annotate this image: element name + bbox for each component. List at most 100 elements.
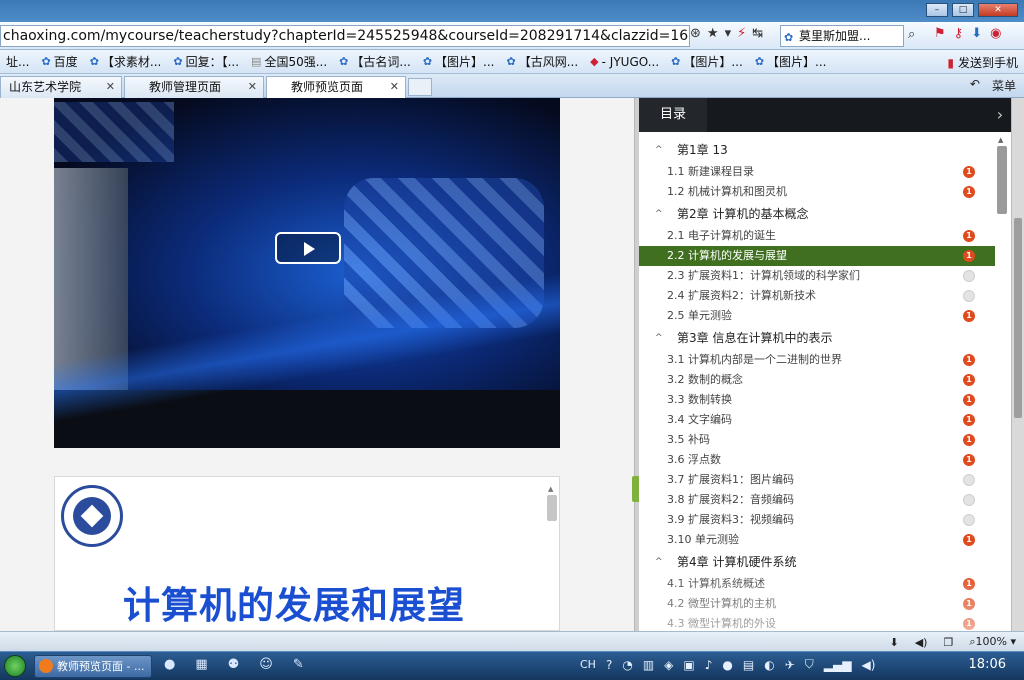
close-tab-icon[interactable]: ✕ — [106, 77, 115, 97]
bookmark-item[interactable]: ▤ 全国50强... — [245, 53, 333, 70]
toc-section-item[interactable]: 2.3 扩展资料1：计算机领域的科学家们 — [639, 266, 995, 286]
close-tab-icon[interactable]: ✕ — [248, 77, 257, 97]
bookmark-item[interactable]: ✿ 【古风网... — [501, 53, 585, 70]
people-icon[interactable]: ⚉ — [228, 657, 240, 672]
signal-icon[interactable]: ▂▄▆ — [824, 658, 852, 672]
download-icon[interactable]: ⬇ — [971, 26, 982, 41]
toc-chapter[interactable]: ^ 第1章 13 — [639, 138, 995, 162]
tray-app-icon[interactable]: ♪ — [705, 658, 713, 672]
input-language[interactable]: CH — [580, 658, 596, 671]
toc-section-item[interactable]: 3.3 数制转换 1 — [639, 390, 995, 410]
chat-icon[interactable]: ● — [164, 657, 175, 672]
undo-icon[interactable]: ↶ — [970, 77, 980, 94]
toc-chapter[interactable]: ^ 第4章 计算机硬件系统 — [639, 550, 995, 574]
toc-section-item[interactable]: 3.2 数制的概念 1 — [639, 370, 995, 390]
document-viewer[interactable]: 计算机的发展和展望 ▲ — [54, 476, 560, 631]
extension-1-icon[interactable]: ⚑ — [934, 26, 946, 41]
tray-app-icon[interactable]: ▤ — [743, 658, 754, 672]
toc-section-item[interactable]: 3.5 补码 1 — [639, 430, 995, 450]
network-icon[interactable]: ▥ — [643, 658, 654, 672]
ime-icon[interactable]: ◔ — [622, 658, 632, 672]
menu-button[interactable]: 菜单 — [992, 77, 1016, 94]
toc-section-item[interactable]: 1.1 新建课程目录 1 — [639, 162, 995, 182]
scroll-up-icon[interactable]: ▲ — [548, 485, 553, 493]
toc-chapter[interactable]: ^ 第3章 信息在计算机中的表示 — [639, 326, 995, 350]
toc-section-item[interactable]: 4.3 微型计算机的外设 1 — [639, 614, 995, 631]
toc-section-item[interactable]: 3.7 扩展资料1：图片编码 — [639, 470, 995, 490]
taskbar-clock[interactable]: 18:06 — [969, 657, 1006, 672]
taskbar-browser-window[interactable]: 教师预览页面 - ... — [34, 655, 152, 678]
maximize-button[interactable]: □ — [952, 3, 974, 17]
shield-icon[interactable]: ⛉ — [805, 657, 814, 672]
bookmark-item[interactable]: ✿ 【图片】... — [665, 53, 749, 70]
toc-chapter[interactable]: ^ 第2章 计算机的基本概念 — [639, 202, 995, 226]
minimize-button[interactable]: – — [926, 3, 948, 17]
speaker-icon[interactable]: ◀) — [915, 636, 928, 649]
compat-mode-icon[interactable]: ⊛ — [690, 26, 701, 41]
paint-icon[interactable]: ✎ — [293, 657, 304, 672]
download-icon[interactable]: ⬇ — [889, 636, 898, 649]
toc-section-item[interactable]: 2.4 扩展资料2：计算机新技术 — [639, 286, 995, 306]
close-tab-icon[interactable]: ✕ — [390, 77, 399, 97]
send-to-phone-button[interactable]: ▮ 发送到手机 — [947, 54, 1018, 71]
bookmark-item[interactable]: ✿ 百度 — [35, 53, 83, 70]
toc-section-item[interactable]: 3.9 扩展资料3：视频编码 — [639, 510, 995, 530]
tray-app-icon[interactable]: ▣ — [683, 658, 694, 672]
toc-section-item[interactable]: 3.6 浮点数 1 — [639, 450, 995, 470]
search-input[interactable]: ✿ 莫里斯加盟... — [780, 25, 904, 47]
zoom-level[interactable]: ⌕100% ▾ — [969, 635, 1016, 649]
toc-section-item[interactable]: 3.4 文字编码 1 — [639, 410, 995, 430]
collapse-caret-icon[interactable]: ^ — [655, 326, 663, 350]
video-player[interactable] — [54, 98, 560, 448]
tray-app-icon[interactable]: ● — [722, 658, 732, 672]
folder-icon[interactable]: ▦ — [195, 657, 207, 672]
collapse-caret-icon[interactable]: ^ — [655, 550, 663, 574]
toc-section-item[interactable]: 1.2 机械计算机和图灵机 1 — [639, 182, 995, 202]
back-forward-icon[interactable]: ↹ — [752, 26, 763, 41]
smile-icon[interactable]: ☺ — [259, 657, 273, 672]
bookmark-item[interactable]: ✿ 【图片】... — [417, 53, 501, 70]
toc-scrollbar[interactable]: ▲ — [997, 136, 1007, 628]
tray-app-icon[interactable]: ◐ — [764, 658, 774, 672]
collapse-caret-icon[interactable]: ^ — [655, 138, 663, 162]
bookmark-item[interactable]: ✿ 【求素材... — [84, 53, 168, 70]
help-icon[interactable]: ? — [606, 658, 612, 672]
dropdown-icon[interactable]: ▾ — [725, 26, 732, 41]
chevron-right-icon[interactable]: › — [991, 104, 1009, 126]
toc-section-item[interactable]: 2.1 电子计算机的诞生 1 — [639, 226, 995, 246]
tray-app-icon[interactable]: ◈ — [664, 658, 673, 672]
page-scrollbar[interactable] — [1011, 98, 1024, 631]
play-button[interactable] — [275, 232, 341, 264]
toc-section-item[interactable]: 3.8 扩展资料2：音频编码 — [639, 490, 995, 510]
tray-app-icon[interactable]: ✈ — [785, 658, 795, 672]
window-icon[interactable]: ❐ — [943, 636, 953, 649]
bookmark-item[interactable]: 址... — [0, 53, 35, 70]
tab-shandong-art[interactable]: 山东艺术学院 ✕ — [0, 76, 122, 98]
scroll-up-icon[interactable]: ▲ — [998, 136, 1003, 144]
extension-2-icon[interactable]: ⚷ — [954, 26, 964, 41]
tab-teacher-preview[interactable]: 教师预览页面 ✕ — [266, 76, 406, 98]
tab-teacher-manage[interactable]: 教师管理页面 ✕ — [124, 76, 264, 98]
close-window-button[interactable]: ✕ — [978, 3, 1018, 17]
toc-section-item[interactable]: 4.2 微型计算机的主机 1 — [639, 594, 995, 614]
toc-section-item[interactable]: 3.1 计算机内部是一个二进制的世界 1 — [639, 350, 995, 370]
bookmark-item[interactable]: ◆ - JYUGO... — [584, 55, 665, 69]
document-scrollbar[interactable]: ▲ — [547, 485, 557, 625]
url-input[interactable]: chaoxing.com/mycourse/teacherstudy?chapt… — [0, 25, 690, 47]
tab-toc[interactable]: 目录 — [639, 98, 707, 132]
favorite-star-icon[interactable]: ★ — [707, 26, 719, 41]
search-icon[interactable]: ⌕ — [908, 27, 915, 42]
bookmark-item[interactable]: ✿ 【古名词... — [333, 53, 417, 70]
extension-4-icon[interactable]: ◉ — [990, 26, 1001, 41]
toc-section-item[interactable]: 4.1 计算机系统概述 1 — [639, 574, 995, 594]
speed-mode-icon[interactable]: ⚡ — [737, 26, 746, 41]
new-tab-button[interactable] — [408, 78, 432, 96]
toc-section-item[interactable]: 2.5 单元测验 1 — [639, 306, 995, 326]
toc-section-item[interactable]: 2.2 计算机的发展与展望 1 — [639, 246, 995, 266]
volume-icon[interactable]: ◀) — [861, 658, 875, 672]
start-button[interactable] — [4, 655, 26, 677]
bookmark-item[interactable]: ✿ 回复：【... — [167, 53, 245, 70]
toc-section-item[interactable]: 3.10 单元测验 1 — [639, 530, 995, 550]
collapse-caret-icon[interactable]: ^ — [655, 202, 663, 226]
bookmark-item[interactable]: ✿ 【图片】... — [749, 53, 833, 70]
